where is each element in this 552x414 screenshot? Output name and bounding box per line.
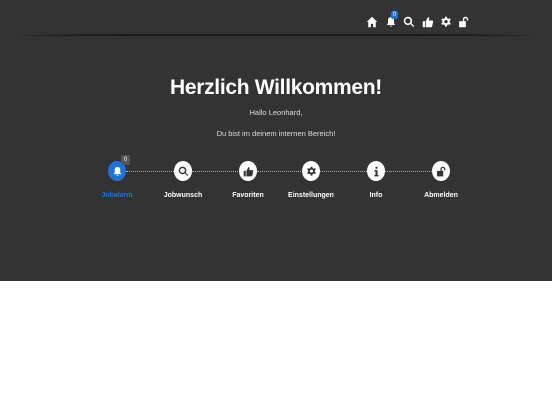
step-label: Favoriten xyxy=(232,192,264,199)
step-label: Jobwunsch xyxy=(163,192,203,199)
step-circle xyxy=(174,161,192,181)
page-title: Herzlich Willkommen! xyxy=(169,76,383,99)
home-icon[interactable] xyxy=(364,14,380,30)
step-circle xyxy=(367,161,385,181)
jobalarm-count-badge: 0 xyxy=(121,155,130,165)
step-label: Jobalarm xyxy=(101,192,133,199)
dashboard-steps: 0 Jobalarm Jobwunsch Favoriten Einstellu… xyxy=(0,155,552,211)
step-favoriten[interactable]: Favoriten xyxy=(213,161,283,199)
bell-icon xyxy=(113,166,121,176)
notifications-button[interactable]: 0 xyxy=(383,11,399,30)
welcome-hero: Herzlich Willkommen! Hallo Leonhard, Du … xyxy=(0,36,552,281)
step-circle xyxy=(239,161,257,181)
step-label: Einstellungen xyxy=(288,192,334,199)
thumbs-up-icon[interactable] xyxy=(420,14,436,30)
thumbs-up-icon xyxy=(243,166,253,176)
unlock-icon xyxy=(436,166,445,176)
unlock-icon[interactable] xyxy=(456,14,472,30)
top-navbar: 0 xyxy=(0,0,552,36)
step-einstellungen[interactable]: Einstellungen xyxy=(276,161,346,199)
subtitle-text: Du bist im deinem internen Bereich! xyxy=(216,129,336,138)
step-label: Abmelden xyxy=(424,192,458,199)
notification-badge: 0 xyxy=(391,11,398,19)
step-abmelden[interactable]: Abmelden xyxy=(406,161,476,199)
gear-icon xyxy=(306,166,316,176)
info-icon xyxy=(373,166,379,176)
step-label: Info xyxy=(369,192,383,199)
search-icon xyxy=(178,166,188,176)
greeting-text: Hallo Leonhard, xyxy=(249,108,303,117)
step-circle xyxy=(432,161,450,181)
step-jobwunsch[interactable]: Jobwunsch xyxy=(148,161,218,199)
step-circle: 0 xyxy=(108,155,130,181)
search-icon[interactable] xyxy=(401,14,417,30)
step-jobalarm[interactable]: 0 Jobalarm xyxy=(82,155,152,199)
step-info[interactable]: Info xyxy=(341,161,411,199)
gear-icon[interactable] xyxy=(438,14,454,30)
step-circle xyxy=(302,161,320,181)
